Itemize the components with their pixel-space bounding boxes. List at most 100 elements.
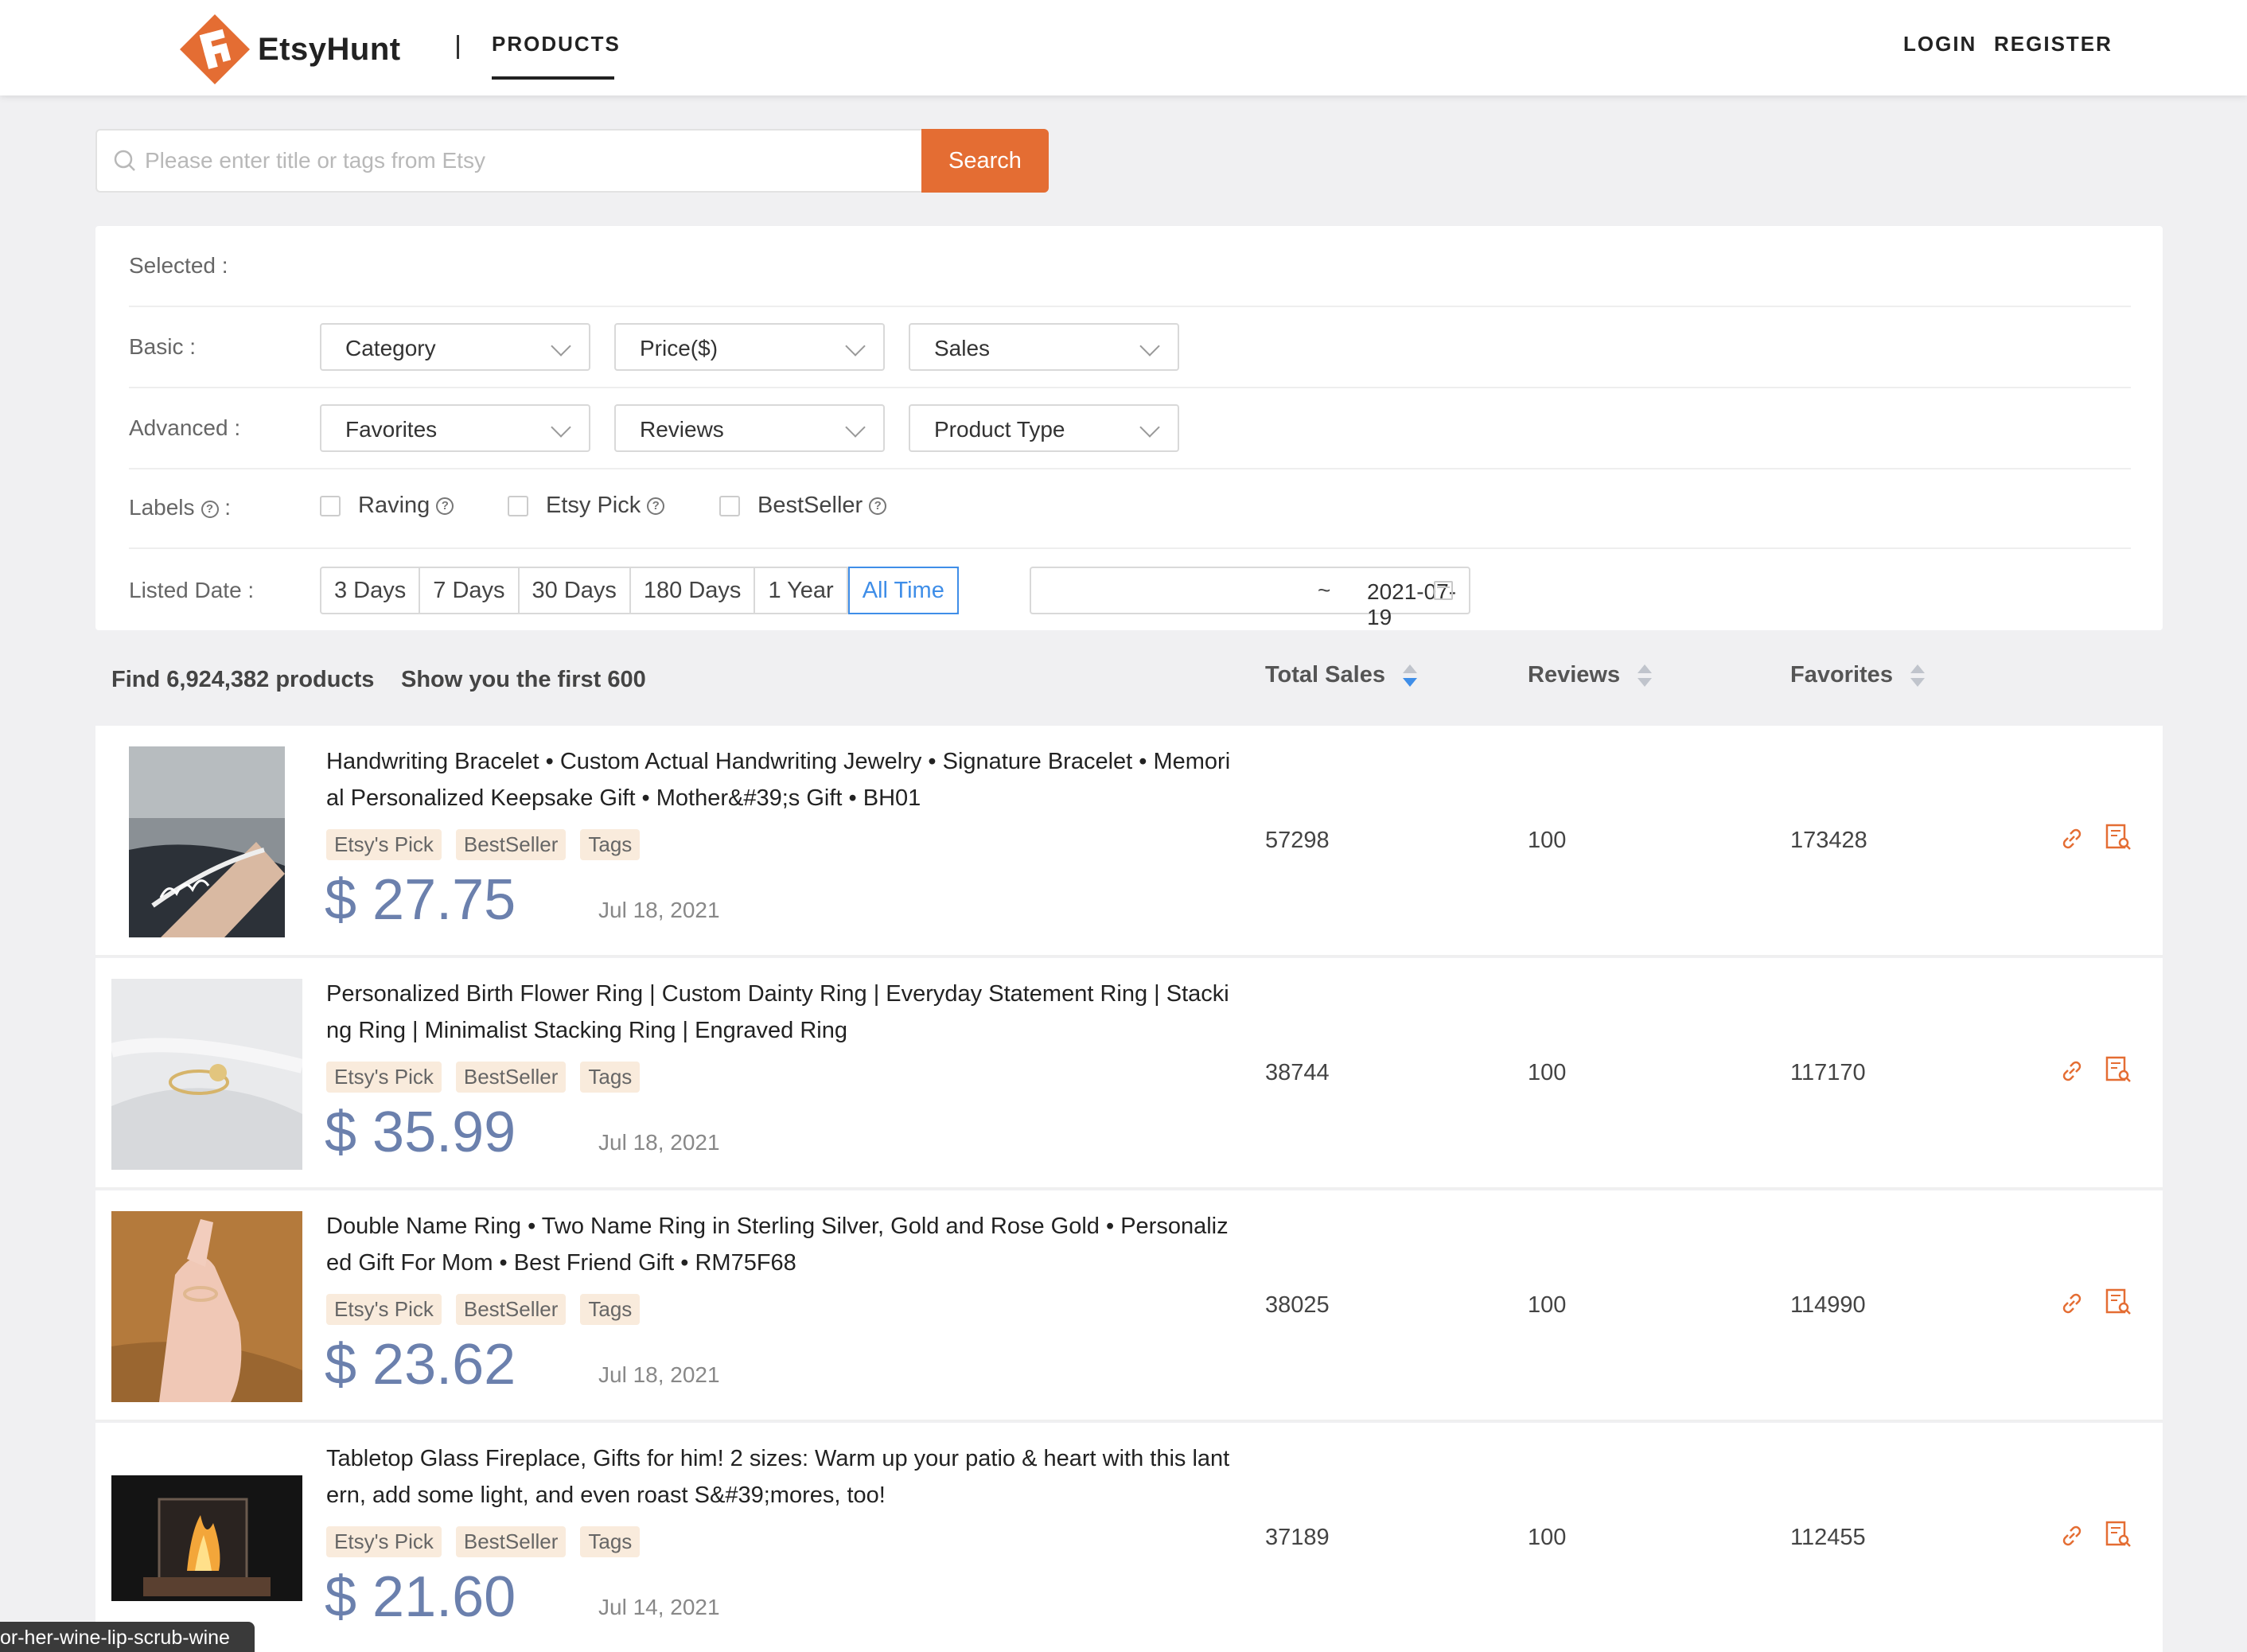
date-range-end[interactable]: 2021-07-19	[1367, 579, 1469, 630]
raving-checkbox[interactable]	[320, 495, 341, 516]
etsy-pick-label: Etsy Pick	[546, 493, 641, 518]
register-link[interactable]: REGISTER	[1994, 32, 2113, 56]
tags-badge[interactable]: Tags	[580, 1062, 641, 1093]
link-icon[interactable]	[2056, 823, 2088, 855]
sort-total-sales[interactable]: Total Sales	[1265, 662, 1417, 688]
etsyhunt-logo[interactable]: EtsyHunt	[177, 10, 401, 89]
bestseller-checkbox-wrap[interactable]: BestSeller ?	[719, 493, 887, 519]
logo-icon	[180, 14, 250, 84]
nav-products[interactable]: PRODUCTS	[492, 32, 621, 56]
calendar-icon[interactable]	[1434, 581, 1453, 600]
search-input[interactable]	[145, 148, 861, 173]
product-title[interactable]: Handwriting Bracelet • Custom Actual Han…	[326, 743, 1233, 816]
reviews-select-label: Reviews	[640, 417, 724, 442]
reviews-select[interactable]: Reviews	[614, 404, 885, 452]
filter-panel: Selected : Basic : Category Price($) Sal…	[95, 226, 2163, 630]
search-button[interactable]: Search	[921, 129, 1049, 193]
detail-search-icon[interactable]	[2102, 821, 2134, 853]
chevron-down-icon	[1139, 417, 1160, 438]
selected-label: Selected :	[129, 253, 228, 278]
date-all-time-button[interactable]: All Time	[847, 567, 959, 614]
filter-divider	[129, 306, 2131, 307]
status-bar-url: or-her-wine-lip-scrub-wine	[0, 1622, 255, 1652]
product-listed-date: Jul 14, 2021	[598, 1595, 720, 1619]
total-sales-value: 38744	[1265, 1060, 1330, 1085]
listed-date-label: Listed Date :	[129, 578, 255, 602]
product-image-fireplace[interactable]	[111, 1475, 302, 1601]
favorites-select[interactable]: Favorites	[320, 404, 590, 452]
raving-checkbox-wrap[interactable]: Raving ?	[320, 493, 454, 519]
product-type-select[interactable]: Product Type	[909, 404, 1179, 452]
help-icon[interactable]: ?	[869, 497, 887, 515]
sort-arrows-icon[interactable]	[1910, 664, 1925, 687]
product-tags: Etsy's Pick BestSeller Tags	[326, 1526, 654, 1557]
sales-select[interactable]: Sales	[909, 323, 1179, 371]
favorites-header: Favorites	[1790, 662, 1893, 688]
favorites-value: 173428	[1790, 828, 1867, 853]
detail-search-icon[interactable]	[2102, 1518, 2134, 1550]
sort-arrows-icon[interactable]	[1638, 664, 1653, 687]
reviews-header: Reviews	[1528, 662, 1621, 688]
help-icon[interactable]: ?	[647, 497, 665, 515]
product-price: $ 27.75	[325, 868, 516, 932]
tags-badge[interactable]: Tags	[580, 829, 641, 860]
date-7-days-button[interactable]: 7 Days	[420, 568, 520, 613]
product-title[interactable]: Double Name Ring • Two Name Ring in Ster…	[326, 1208, 1233, 1281]
bestseller-badge: BestSeller	[455, 829, 567, 860]
product-image-bracelet[interactable]	[129, 746, 285, 937]
product-row: Double Name Ring • Two Name Ring in Ster…	[95, 1190, 2163, 1421]
product-tags: Etsy's Pick BestSeller Tags	[326, 1294, 654, 1325]
date-1-year-button[interactable]: 1 Year	[755, 568, 848, 613]
sort-arrows-icon[interactable]	[1402, 664, 1417, 687]
etsy-pick-checkbox[interactable]	[508, 495, 528, 516]
labels-label: Labels? :	[129, 495, 231, 520]
login-link[interactable]: LOGIN	[1903, 32, 1976, 56]
raving-label: Raving	[358, 493, 430, 518]
favorites-select-label: Favorites	[345, 417, 438, 442]
product-tags: Etsy's Pick BestSeller Tags	[326, 1062, 654, 1093]
category-select[interactable]: Category	[320, 323, 590, 371]
date-180-days-button[interactable]: 180 Days	[631, 568, 756, 613]
chevron-down-icon	[1139, 336, 1160, 357]
product-row: Handwriting Bracelet • Custom Actual Han…	[95, 726, 2163, 957]
bestseller-label: BestSeller	[757, 493, 863, 518]
reviews-value: 100	[1528, 828, 1567, 853]
tags-badge[interactable]: Tags	[580, 1526, 641, 1557]
sort-reviews[interactable]: Reviews	[1528, 662, 1653, 688]
product-listed-date: Jul 18, 2021	[598, 1362, 720, 1387]
etsys-pick-badge: Etsy's Pick	[326, 1062, 442, 1093]
category-select-label: Category	[345, 336, 436, 360]
bestseller-checkbox[interactable]	[719, 495, 740, 516]
date-30-days-button[interactable]: 30 Days	[520, 568, 631, 613]
sort-favorites[interactable]: Favorites	[1790, 662, 1925, 688]
product-listed-date: Jul 18, 2021	[598, 1130, 720, 1155]
logo-text: EtsyHunt	[258, 31, 401, 67]
product-title[interactable]: Personalized Birth Flower Ring | Custom …	[326, 976, 1233, 1049]
sales-select-label: Sales	[934, 336, 991, 360]
detail-search-icon[interactable]	[2102, 1054, 2134, 1085]
tags-badge[interactable]: Tags	[580, 1294, 641, 1325]
etsy-pick-checkbox-wrap[interactable]: Etsy Pick ?	[508, 493, 665, 519]
product-price: $ 35.99	[325, 1101, 516, 1164]
help-icon[interactable]: ?	[436, 497, 454, 515]
help-icon[interactable]: ?	[201, 500, 219, 518]
price-select-label: Price($)	[640, 336, 718, 360]
basic-label: Basic :	[129, 334, 197, 359]
results-count: Find 6,924,382 products	[111, 667, 375, 692]
total-sales-value: 37189	[1265, 1525, 1330, 1550]
product-title[interactable]: Tabletop Glass Fireplace, Gifts for him!…	[326, 1440, 1233, 1514]
product-row: Tabletop Glass Fireplace, Gifts for him!…	[95, 1423, 2163, 1652]
date-range-buttons: 3 Days 7 Days 30 Days 180 Days 1 Year Al…	[320, 567, 959, 614]
detail-search-icon[interactable]	[2102, 1286, 2134, 1318]
date-3-days-button[interactable]: 3 Days	[321, 568, 421, 613]
link-icon[interactable]	[2056, 1520, 2088, 1552]
date-range-picker[interactable]: ~ 2021-07-19	[1030, 567, 1470, 629]
filter-divider	[129, 468, 2131, 469]
link-icon[interactable]	[2056, 1055, 2088, 1087]
price-select[interactable]: Price($)	[614, 323, 885, 371]
product-image-name-ring[interactable]	[111, 1211, 302, 1402]
product-type-select-label: Product Type	[934, 417, 1065, 442]
etsys-pick-badge: Etsy's Pick	[326, 1294, 442, 1325]
link-icon[interactable]	[2056, 1288, 2088, 1319]
product-image-ring[interactable]	[111, 979, 302, 1170]
